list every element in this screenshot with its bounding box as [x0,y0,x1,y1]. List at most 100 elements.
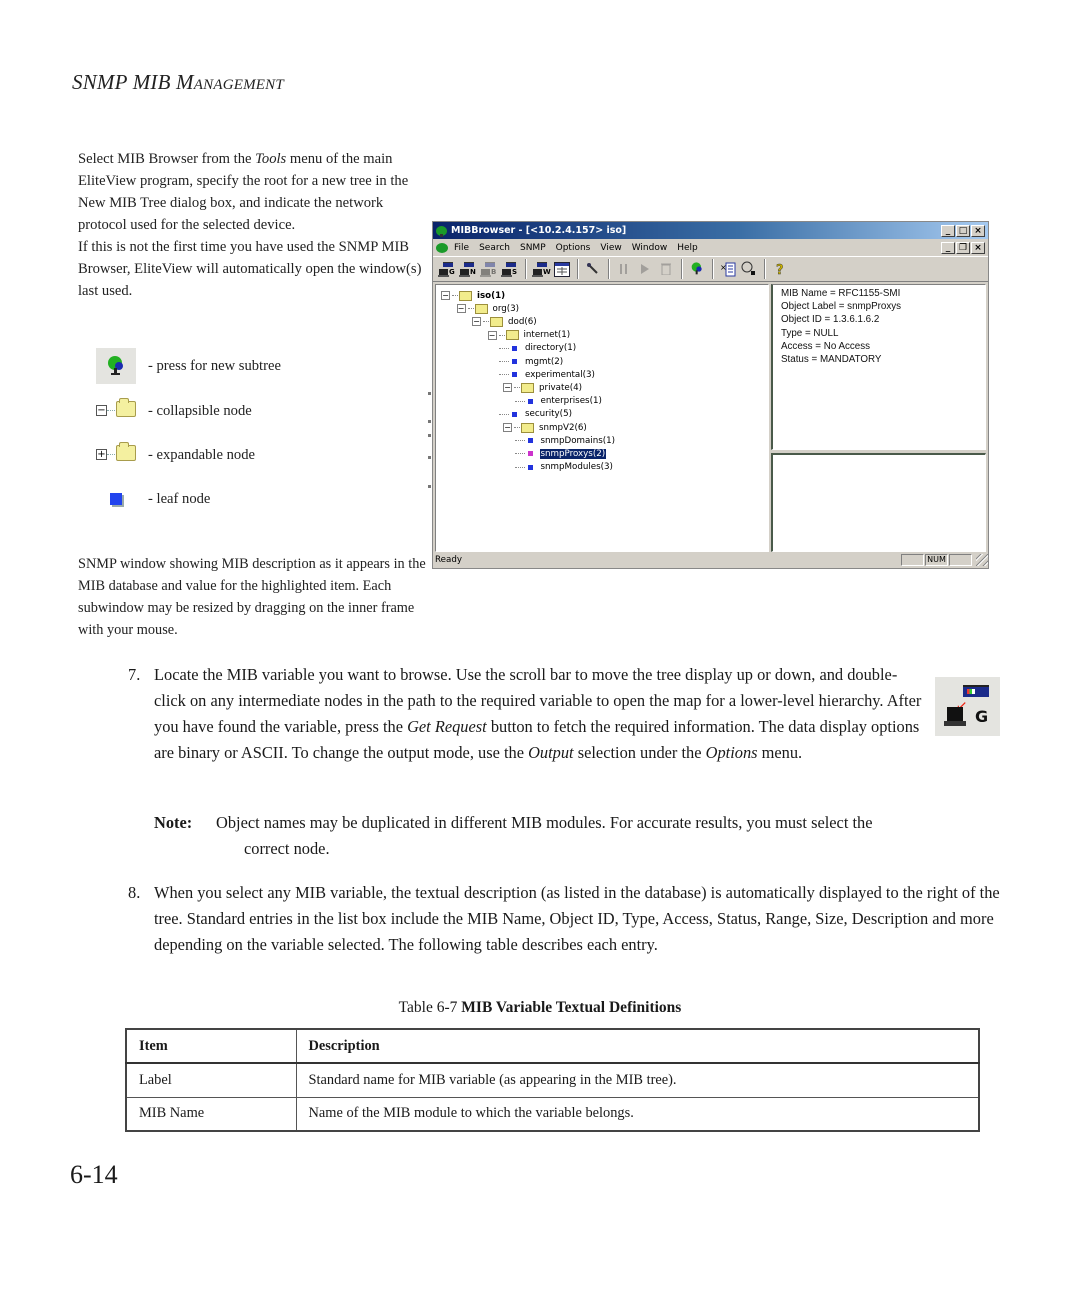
help-button[interactable]: ? [770,260,789,279]
info-mib-name: MIB Name = RFC1155-SMI [781,288,901,299]
menu-snmp[interactable]: SNMP [520,243,546,253]
close-button[interactable]: × [971,224,985,237]
tree-node[interactable]: experimental(3) [499,368,596,381]
window-title: MIBBrowser - [<10.2.4.157> iso] [451,225,627,236]
get-bulk-button[interactable]: B [479,260,498,279]
tree-node[interactable]: − internet(1) [487,329,572,342]
tree-node[interactable]: security(5) [499,408,573,421]
toolbar-separator [712,259,714,279]
collapse-toggle-icon[interactable]: − [456,304,466,314]
step-8: 8. When you select any MIB variable, the… [128,880,1008,958]
table-caption: Table 6-7 MIB Variable Textual Definitio… [398,999,682,1016]
tree-node[interactable]: − iso(1) [441,289,506,302]
mib-tree-pane[interactable]: − iso(1) − org(3) − dod(6) − internet(1) directo… [435,284,769,552]
menu-options[interactable]: Options [556,243,591,253]
tree-node-label: snmpDomains(1) [540,435,616,446]
mib-value-pane[interactable] [771,453,986,552]
menu-view[interactable]: View [600,243,621,253]
leaf-node-icon [527,464,533,470]
tree-node[interactable]: enterprises(1) [514,395,603,408]
tree-node[interactable]: − dod(6) [472,315,538,328]
find-button[interactable] [739,260,758,279]
output-ref: Output [528,743,574,762]
note: Note: Object names may be duplicated in … [154,810,1004,862]
tree-node-label: dod(6) [508,316,537,327]
pause-button[interactable] [614,260,633,279]
menu-search[interactable]: Search [479,243,510,253]
collapse-toggle-icon[interactable]: − [503,383,512,393]
tree-node[interactable]: − private(4) [503,381,583,394]
page-number: 6-14 [70,1160,118,1189]
info-type: Type = NULL [781,327,839,339]
status-cell-caps [901,554,924,566]
play-button[interactable] [635,260,654,279]
menu-bar: File Search SNMP Options View Window Hel… [433,239,988,256]
collapse-toggle-icon[interactable]: − [487,330,497,340]
folder-icon [521,422,534,433]
toolbar-separator [525,259,527,279]
step-7-text: Locate the MIB variable you want to brow… [154,665,922,762]
tree-node[interactable]: directory(1) [499,342,577,355]
tree-node[interactable]: mgmt(2) [499,355,564,368]
info-access: Access = No Access [781,340,871,352]
collapse-toggle-icon[interactable]: − [472,317,481,327]
maximize-button[interactable]: □ [956,224,970,237]
legend-label: - expandable node [148,446,255,463]
get-request-button[interactable]: G [437,260,456,279]
table-header-row: Item Description [125,1028,980,1064]
doc-close-button[interactable]: × [971,241,985,254]
tree-node-label: enterprises(1) [540,396,602,407]
options-ref: Options [705,743,758,762]
collapse-toggle-icon[interactable]: − [503,423,512,432]
status-cell-num: NUM [925,554,948,566]
find-icon [741,261,755,275]
step-8-text: When you select any MIB variable, the te… [154,883,1000,954]
mib-info-pane: MIB Name = RFC1155-SMI Object Label = sn… [771,284,986,450]
doc-minimize-button[interactable]: _ [941,241,955,254]
folder-icon [521,382,534,393]
status-bar: Ready NUM [433,552,988,568]
probe-button[interactable] [583,260,602,279]
leaf-node-icon [512,372,517,378]
leaf-node-icon [527,451,533,457]
doc-restore-button[interactable]: ❐ [956,241,970,254]
minimize-button[interactable]: _ [941,224,955,237]
collapse-toggle-icon[interactable]: − [441,291,450,300]
new-subtree-button[interactable] [687,260,706,279]
tree-node[interactable]: − snmpV2(6) [503,421,588,434]
table-row: MIB Name Name of the MIB module to which… [125,1096,980,1132]
new-subtree-icon [691,262,702,275]
section-title-main: SNMP MIB M [72,70,194,94]
folder-icon [474,303,488,314]
menu-file[interactable]: File [454,243,469,253]
tree-node[interactable]: snmpModules(3) [514,461,614,474]
resize-grip[interactable] [976,554,988,566]
delete-button[interactable] [656,260,675,279]
tools-menu-ref: Tools [255,151,287,167]
tree-node-label: security(5) [525,409,572,420]
pause-icon [619,264,627,274]
folder-icon [505,330,519,341]
column-header-item: Item [125,1028,297,1064]
svg-text:?: ? [776,263,784,276]
table-cell-description: Name of the MIB module to which the vari… [295,1096,980,1132]
tree-node[interactable]: − org(3) [456,302,521,315]
column-header-description: Description [295,1028,980,1064]
set-request-button[interactable]: S [500,260,519,279]
export-button[interactable]: × [718,260,737,279]
mib-definitions-table: Item Description Label Standard name for… [125,1028,980,1132]
walk-button[interactable]: W [531,260,551,279]
menu-window[interactable]: Window [632,243,668,253]
leaf-node-icon [512,411,517,417]
leaf-node-icon [96,481,148,517]
table-view-button[interactable] [552,260,571,279]
get-next-button[interactable]: N [458,260,477,279]
menu-help[interactable]: Help [677,243,698,253]
tree-node-label: snmpV2(6) [539,422,587,433]
export-icon: × [720,262,735,276]
tree-node-label: snmpModules(3) [540,462,613,473]
tree-node[interactable]: snmpDomains(1) [514,434,617,447]
collapse-folder-icon: − [96,393,148,429]
tree-node[interactable]: snmpProxys(2) [514,447,608,460]
intro-para-1: Select MIB Browser from the Tools menu o… [78,151,409,233]
